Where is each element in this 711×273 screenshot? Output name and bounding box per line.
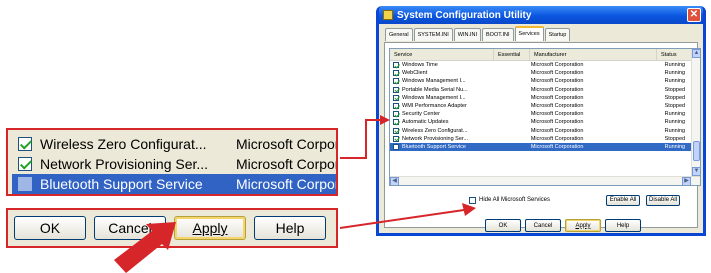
callout-arrows	[114, 115, 476, 273]
arrow-buttons-to-dialog	[339, 203, 476, 229]
big-arrow-to-apply	[114, 222, 176, 273]
arrow-rows-to-list	[340, 115, 390, 159]
